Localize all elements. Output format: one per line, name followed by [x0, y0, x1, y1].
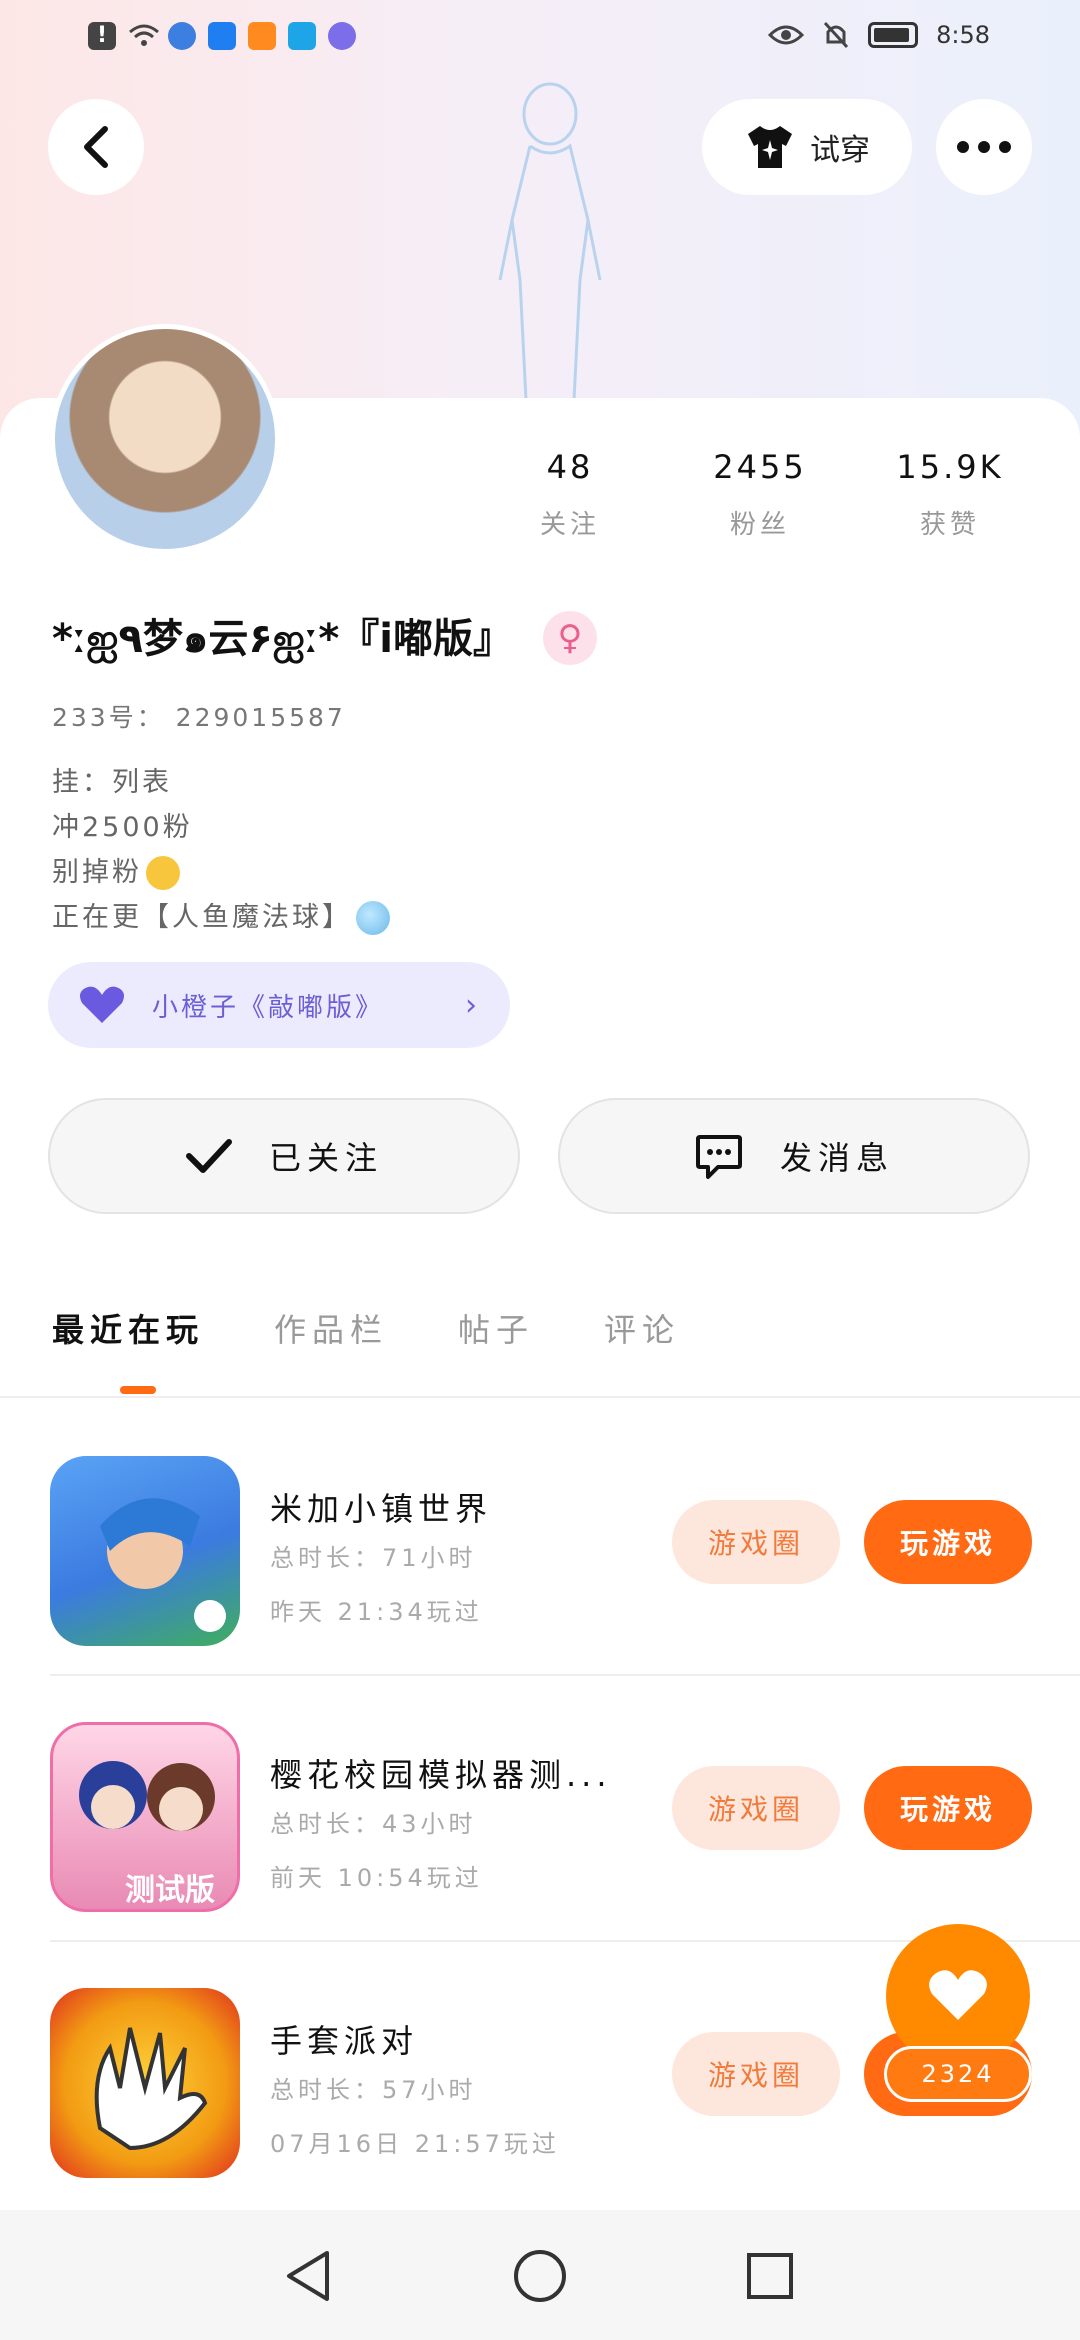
search-app-icon [288, 22, 316, 50]
stat-value: 48 [546, 448, 594, 486]
try-on-button[interactable]: 试穿 [702, 99, 912, 195]
tab-active-indicator [120, 1386, 156, 1394]
music-app-icon [328, 22, 356, 50]
mute-icon [823, 21, 849, 49]
profile-name: *ːஐ٩梦๑云۶ஐː*『i嘟版』 [52, 616, 513, 662]
game-icon[interactable] [50, 1456, 240, 1646]
profile-stats: 48 关注 2455 粉丝 15.9K 获赞 [480, 448, 1040, 541]
eye-icon [768, 25, 805, 45]
tab-divider [0, 1396, 1080, 1398]
message-label: 发消息 [779, 1139, 894, 1177]
status-bar: ! 8:58 [0, 0, 1080, 80]
game-icon[interactable]: 测试版 [50, 1722, 240, 1912]
heart-icon [80, 986, 124, 1023]
stat-followers[interactable]: 2455 粉丝 [670, 448, 850, 541]
bulb-app-icon [208, 22, 236, 50]
profile-tabs: 最近在玩 作品栏 帖子 评论 [52, 1305, 680, 1351]
game-list-item[interactable]: 测试版 樱花校园模拟器测... 总时长：43小时 前天 10:54玩过 游戏圈 … [0, 1686, 1080, 1952]
square-recents-icon [747, 2253, 793, 2299]
row-divider [50, 1674, 1080, 1676]
game-duration: 总时长：43小时 [270, 1810, 477, 1838]
chevron-left-icon [84, 126, 108, 168]
game-circle-button[interactable]: 游戏圈 [672, 2032, 840, 2116]
game-last-played: 昨天 21:34玩过 [270, 1598, 483, 1626]
status-time: 8:58 [936, 21, 990, 49]
game-circle-button[interactable]: 游戏圈 [672, 1500, 840, 1584]
nav-home-button[interactable] [510, 2246, 570, 2306]
stat-value: 15.9K [896, 448, 1004, 486]
play-game-button[interactable]: 玩游戏 [864, 1766, 1032, 1850]
avatar[interactable] [50, 324, 280, 554]
game-title: 米加小镇世界 [270, 1490, 493, 1528]
tab-recently-played[interactable]: 最近在玩 [52, 1305, 204, 1351]
triangle-back-icon [287, 2251, 329, 2301]
stat-label: 获赞 [919, 510, 980, 540]
bio-line: 正在更【人鱼魔法球】 [52, 895, 390, 940]
alert-icon: ! [88, 22, 116, 50]
system-nav-bar [0, 2210, 1080, 2340]
fan-group-badge[interactable]: 小橙子《敲嘟版》 › [48, 962, 510, 1048]
bio-line: 冲2500粉 [52, 812, 193, 843]
game-last-played: 07月16日 21:57玩过 [270, 2130, 560, 2158]
profile-uid[interactable]: 233号： 229015587 [52, 698, 346, 734]
profile-name-row: *ːஐ٩梦๑云۶ஐː*『i嘟版』 ♀ [52, 606, 597, 670]
nav-recents-button[interactable] [740, 2246, 800, 2306]
avatar-3d-figure [498, 82, 602, 400]
game-icon[interactable] [50, 1988, 240, 2178]
tab-comments[interactable]: 评论 [604, 1305, 680, 1351]
bio-line: 别掉粉 [52, 850, 390, 895]
profile-bio: 挂：列表 冲2500粉 别掉粉 正在更【人鱼魔法球】 [52, 760, 390, 940]
tab-posts[interactable]: 帖子 [458, 1305, 534, 1351]
tab-works[interactable]: 作品栏 [274, 1305, 388, 1351]
game-circle-button[interactable]: 游戏圈 [672, 1766, 840, 1850]
heart-icon [929, 1970, 987, 2020]
back-button[interactable] [48, 99, 144, 195]
game-duration: 总时长：71小时 [270, 1544, 477, 1572]
game-last-played: 前天 10:54玩过 [270, 1864, 483, 1892]
stat-label: 关注 [539, 510, 600, 540]
checkmark-icon [185, 1139, 232, 1173]
like-count-badge[interactable]: 2324 [884, 2046, 1032, 2102]
game-title: 樱花校园模拟器测... [270, 1756, 612, 1794]
video-app-icon [248, 22, 276, 50]
game-list-item[interactable]: 米加小镇世界 总时长：71小时 昨天 21:34玩过 游戏圈 玩游戏 [0, 1420, 1080, 1686]
battery-icon [868, 22, 919, 48]
game-duration: 总时长：57小时 [270, 2076, 477, 2104]
wifi-icon [128, 22, 159, 50]
stat-value: 2455 [713, 448, 807, 486]
circle-home-icon [514, 2250, 566, 2302]
bio-line: 挂：列表 [52, 767, 172, 798]
try-on-label: 试穿 [810, 133, 870, 168]
test-version-label: 测试版 [125, 1873, 215, 1908]
fan-badge-label: 小橙子《敲嘟版》 [152, 992, 385, 1023]
send-message-button[interactable]: 发消息 [558, 1098, 1030, 1214]
more-button[interactable] [936, 99, 1032, 195]
followed-button[interactable]: 已关注 [48, 1098, 520, 1214]
crystal-ball-emoji-icon [356, 900, 390, 935]
stat-following[interactable]: 48 关注 [480, 448, 660, 541]
more-icon [957, 141, 1011, 153]
stat-likes[interactable]: 15.9K 获赞 [860, 448, 1040, 541]
chevron-right-icon: › [465, 987, 480, 1023]
female-gender-icon: ♀ [542, 611, 597, 665]
followed-label: 已关注 [268, 1139, 383, 1177]
message-bubble-icon [695, 1135, 742, 1179]
stat-label: 粉丝 [729, 510, 790, 540]
game-title: 手套派对 [270, 2022, 419, 2060]
tshirt-icon [748, 126, 792, 168]
app-icon [168, 22, 196, 50]
fist-emoji-icon [146, 855, 180, 890]
nav-back-button[interactable] [278, 2246, 338, 2306]
play-game-button[interactable]: 玩游戏 [864, 1500, 1032, 1584]
